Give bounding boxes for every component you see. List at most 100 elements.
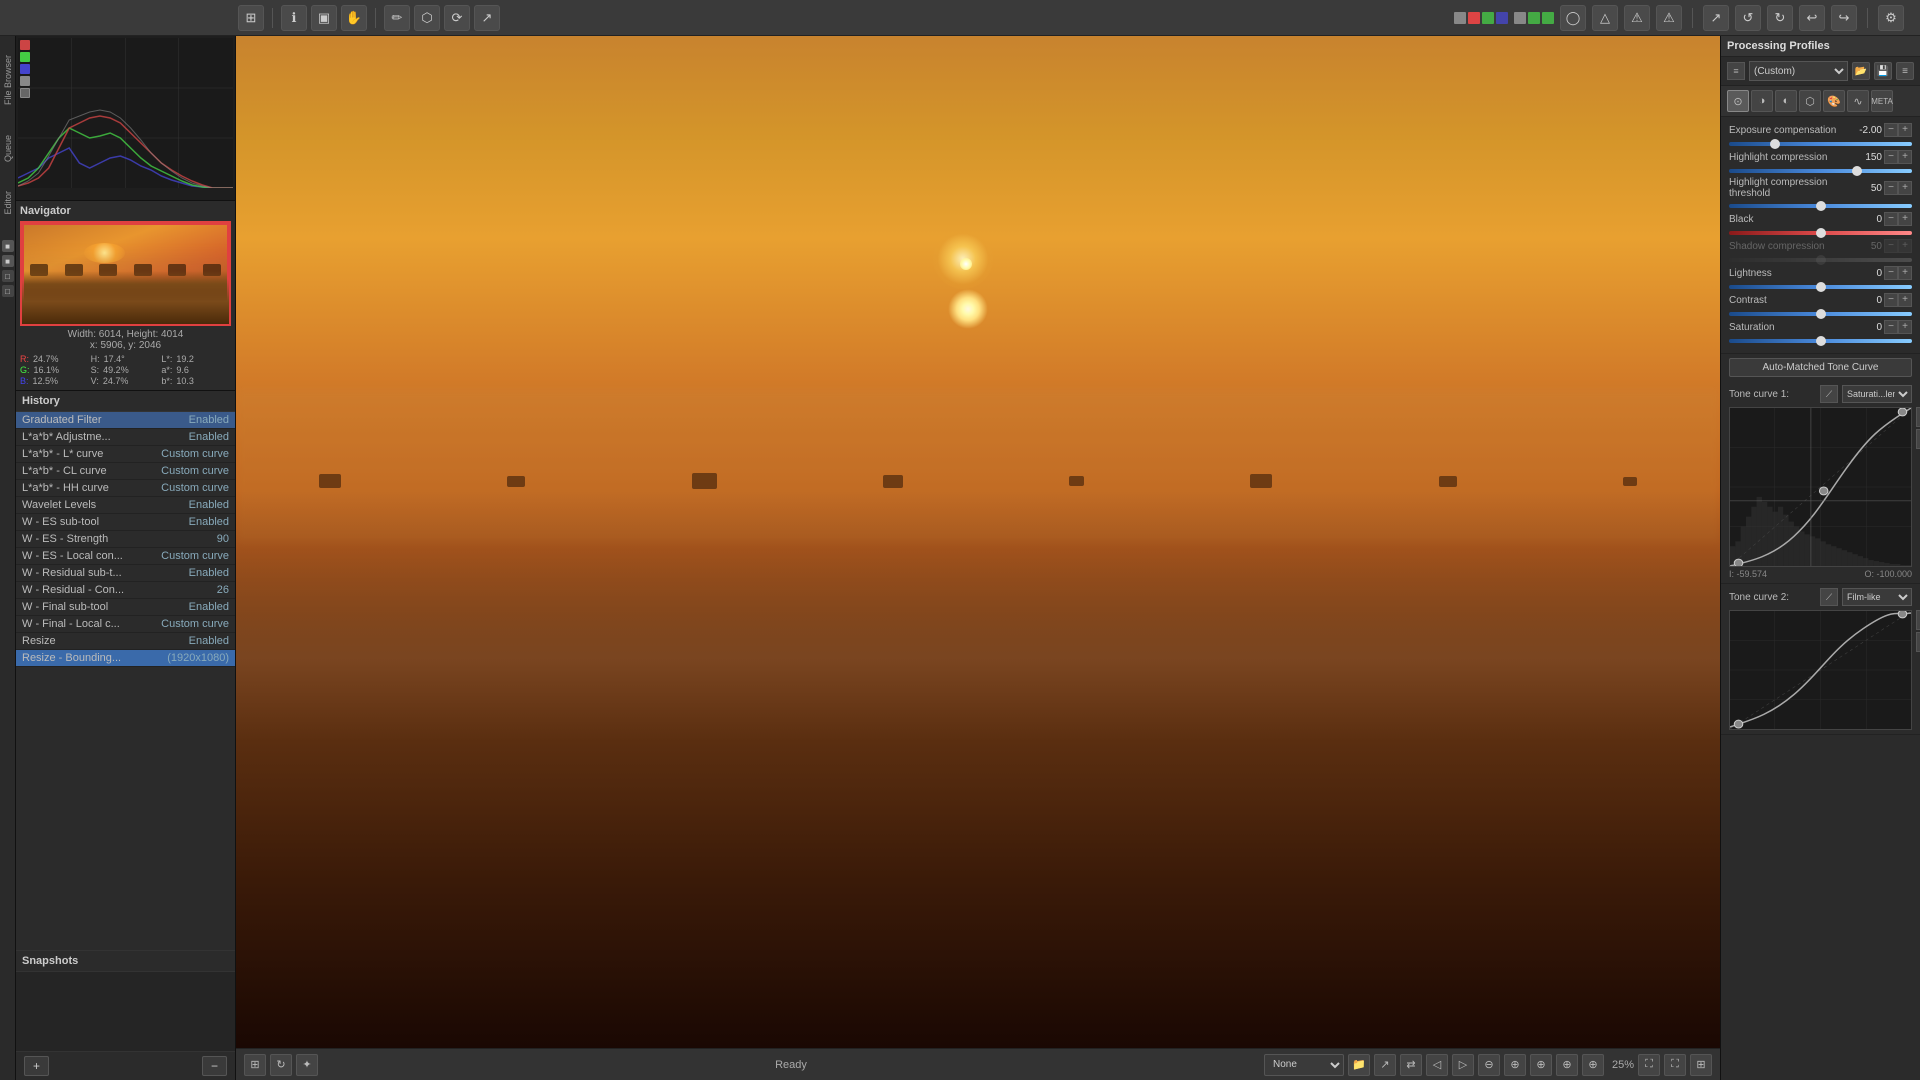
sidebar-icon-3[interactable]: □ [2, 270, 14, 282]
btm-save-btn[interactable]: ⊞ [244, 1054, 266, 1076]
history-item[interactable]: W - ES - Local con...Custom curve [16, 548, 235, 565]
image-viewport[interactable] [236, 36, 1720, 1048]
btm-zoom-1[interactable]: ⊕ [1582, 1054, 1604, 1076]
lightness-plus[interactable]: + [1898, 266, 1912, 280]
exposure-comp-minus[interactable]: − [1884, 123, 1898, 137]
history-item[interactable]: ResizeEnabled [16, 633, 235, 650]
history-item[interactable]: Wavelet LevelsEnabled [16, 497, 235, 514]
sidebar-file-browser[interactable]: File Browser [1, 40, 15, 120]
tc1-mode-btn[interactable]: ⟋ [1820, 385, 1838, 403]
highlight-thresh-minus[interactable]: − [1884, 181, 1898, 195]
lightness-minus[interactable]: − [1884, 266, 1898, 280]
tc2-eyedropper-shadow[interactable]: ◈ [1916, 610, 1920, 630]
btm-folder-btn[interactable]: 📁 [1348, 1054, 1370, 1076]
black-plus[interactable]: + [1898, 212, 1912, 226]
history-item[interactable]: W - Residual - Con...26 [16, 582, 235, 599]
history-item[interactable]: W - ES sub-toolEnabled [16, 514, 235, 531]
tc1-canvas[interactable] [1729, 407, 1912, 567]
sidebar-editor[interactable]: Editor [1, 178, 15, 228]
exposure-comp-plus[interactable]: + [1898, 123, 1912, 137]
tool-arrow-up[interactable]: ↗ [1703, 5, 1729, 31]
sidebar-queue[interactable]: Queue [1, 124, 15, 174]
highlight-comp-plus[interactable]: + [1898, 150, 1912, 164]
tc2-type-select[interactable]: Film-like [1842, 588, 1912, 606]
tc1-type-select[interactable]: Saturati...lending [1842, 385, 1912, 403]
tool-redo[interactable]: ↪ [1831, 5, 1857, 31]
tc2-canvas[interactable] [1729, 610, 1912, 730]
btm-fullscreen[interactable]: ⛶ [1638, 1054, 1660, 1076]
highlight-comp-minus[interactable]: − [1884, 150, 1898, 164]
remove-snapshot-button[interactable]: − [202, 1056, 227, 1076]
tool-redo2[interactable]: ↻ [1767, 5, 1793, 31]
btm-arrow-btn[interactable]: ↗ [1374, 1054, 1396, 1076]
btm-zoom-in2[interactable]: ⊕ [1504, 1054, 1526, 1076]
tool-info[interactable]: ℹ [281, 5, 307, 31]
exposure-comp-slider[interactable] [1729, 142, 1912, 146]
tc1-eyedropper-shadow[interactable]: ◈ [1916, 407, 1920, 427]
tool-pan[interactable]: ✋ [341, 5, 367, 31]
hist-red-indicator[interactable] [20, 40, 30, 50]
contrast-plus[interactable]: + [1898, 293, 1912, 307]
btm-fullscreen2[interactable]: ⛶ [1664, 1054, 1686, 1076]
hist-chroma-indicator[interactable] [20, 88, 30, 98]
profile-menu-btn[interactable]: ≡ [1896, 62, 1914, 80]
history-item[interactable]: W - Residual sub-t...Enabled [16, 565, 235, 582]
tool-color2[interactable]: 🎨 [1823, 90, 1845, 112]
btm-next-btn[interactable]: ▷ [1452, 1054, 1474, 1076]
history-item[interactable]: L*a*b* - CL curveCustom curve [16, 463, 235, 480]
hist-lum-indicator[interactable] [20, 76, 30, 86]
sidebar-icon-2[interactable]: ■ [2, 255, 14, 267]
sidebar-icon-1[interactable]: ■ [2, 240, 14, 252]
history-item[interactable]: L*a*b* - L* curveCustom curve [16, 446, 235, 463]
contrast-minus[interactable]: − [1884, 293, 1898, 307]
btm-star-btn[interactable]: ✦ [296, 1054, 318, 1076]
profile-icon[interactable]: ≡ [1727, 62, 1745, 80]
tool-composition[interactable]: ⬡ [1799, 90, 1821, 112]
none-select[interactable]: None [1264, 1054, 1344, 1076]
history-item[interactable]: W - Final sub-toolEnabled [16, 599, 235, 616]
saturation-slider[interactable] [1729, 339, 1912, 343]
btm-zoom-fit[interactable]: ⊕ [1556, 1054, 1578, 1076]
profile-open-btn[interactable]: 📂 [1852, 62, 1870, 80]
history-item[interactable]: L*a*b* - HH curveCustom curve [16, 480, 235, 497]
tool-color[interactable]: ◑ [1751, 90, 1773, 112]
btm-arr-btn2[interactable]: ⇄ [1400, 1054, 1422, 1076]
tool-detail[interactable]: ◐ [1775, 90, 1797, 112]
history-item[interactable]: Resize - Bounding...(1920x1080) [16, 650, 235, 667]
btm-refresh-btn[interactable]: ↻ [270, 1054, 292, 1076]
btm-zoom-in3[interactable]: ⊕ [1530, 1054, 1552, 1076]
btm-layout-btn[interactable]: ⊞ [1690, 1054, 1712, 1076]
tc1-eyedropper-midtone[interactable]: ◈ [1916, 429, 1920, 449]
history-item[interactable]: L*a*b* Adjustme...Enabled [16, 429, 235, 446]
lightness-slider[interactable] [1729, 285, 1912, 289]
black-slider[interactable] [1729, 231, 1912, 235]
tool-triangle[interactable]: △ [1592, 5, 1618, 31]
history-item[interactable]: W - ES - Strength90 [16, 531, 235, 548]
profile-dropdown[interactable]: (Custom) [1749, 61, 1848, 81]
saturation-minus[interactable]: − [1884, 320, 1898, 334]
tool-layout[interactable]: ▣ [311, 5, 337, 31]
tool-straighten[interactable]: ↗ [474, 5, 500, 31]
tool-undo[interactable]: ↩ [1799, 5, 1825, 31]
tool-edit[interactable]: ✏ [384, 5, 410, 31]
highlight-thresh-plus[interactable]: + [1898, 181, 1912, 195]
tool-meta[interactable]: META [1871, 90, 1893, 112]
tool-warning[interactable]: ⚠ [1624, 5, 1650, 31]
saturation-plus[interactable]: + [1898, 320, 1912, 334]
tool-circle[interactable]: ◯ [1560, 5, 1586, 31]
profile-save-btn[interactable]: 💾 [1874, 62, 1892, 80]
tool-exposure[interactable]: ⊙ [1727, 90, 1749, 112]
sidebar-icon-4[interactable]: □ [2, 285, 14, 297]
hist-blue-indicator[interactable] [20, 64, 30, 74]
tool-settings[interactable]: ⚙ [1878, 5, 1904, 31]
tool-wavelet[interactable]: ∿ [1847, 90, 1869, 112]
tool-undo2[interactable]: ↺ [1735, 5, 1761, 31]
add-snapshot-button[interactable]: + [24, 1056, 49, 1076]
contrast-slider[interactable] [1729, 312, 1912, 316]
tc2-eyedropper-midtone[interactable]: ◈ [1916, 632, 1920, 652]
tool-rotate[interactable]: ⟳ [444, 5, 470, 31]
auto-tone-button[interactable]: Auto-Matched Tone Curve [1729, 358, 1912, 377]
hist-green-indicator[interactable] [20, 52, 30, 62]
black-minus[interactable]: − [1884, 212, 1898, 226]
highlight-comp-slider[interactable] [1729, 169, 1912, 173]
